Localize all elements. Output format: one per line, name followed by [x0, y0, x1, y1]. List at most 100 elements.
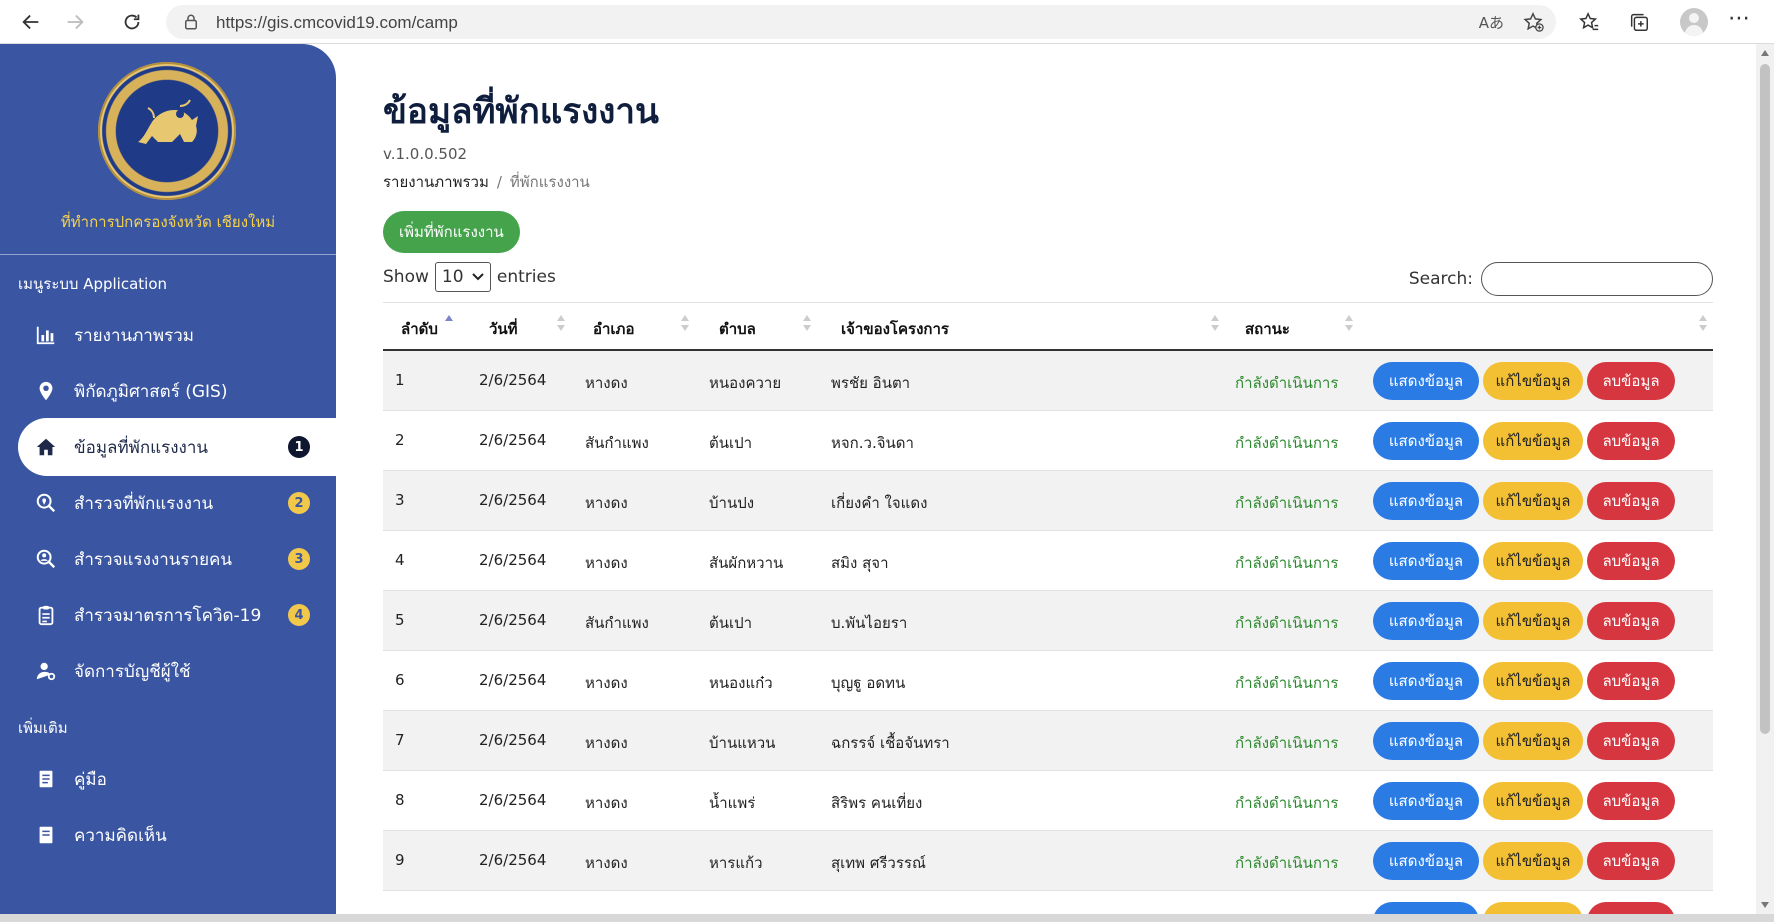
back-button[interactable] — [16, 7, 46, 37]
view-button[interactable]: แสดงข้อมูล — [1373, 542, 1479, 580]
edit-button[interactable]: แก้ไขข้อมูล — [1483, 482, 1583, 520]
edit-button[interactable]: แก้ไขข้อมูล — [1483, 782, 1583, 820]
edit-button[interactable]: แก้ไขข้อมูล — [1483, 542, 1583, 580]
map-pin-icon — [34, 379, 58, 403]
breadcrumb-link-overview[interactable]: รายงานภาพรวม — [383, 173, 489, 191]
scroll-down-icon[interactable] — [1761, 902, 1769, 908]
edit-button[interactable]: แก้ไขข้อมูล — [1483, 362, 1583, 400]
lion-emblem-icon — [138, 99, 198, 144]
cell-status: กำลังดำเนินการ — [1235, 674, 1339, 692]
step-badge: 2 — [288, 492, 310, 514]
column-header-status[interactable]: สถานะ — [1245, 317, 1290, 341]
entries-select[interactable]: 10 — [434, 262, 491, 292]
sidebar-item-survey-camps[interactable]: สำรวจที่พักแรงงาน 2 — [18, 474, 336, 532]
delete-button[interactable]: ลบข้อมูล — [1587, 782, 1675, 820]
cell-no: 7 — [395, 731, 405, 749]
edit-button[interactable]: แก้ไขข้อมูล — [1483, 422, 1583, 460]
view-button[interactable]: แสดงข้อมูล — [1373, 842, 1479, 880]
cell-status: กำลังดำเนินการ — [1235, 434, 1339, 452]
column-header-owner[interactable]: เจ้าของโครงการ — [841, 317, 949, 341]
step-badge: 1 — [288, 436, 310, 458]
search-label: Search: — [1408, 269, 1473, 289]
view-button[interactable]: แสดงข้อมูล — [1373, 422, 1479, 460]
table-row: 4 2/6/2564 หางดง สันผักหวาน สมิง สุจา กำ… — [383, 531, 1713, 591]
sidebar-divider — [0, 254, 336, 255]
delete-button[interactable]: ลบข้อมูล — [1587, 362, 1675, 400]
bottom-bar — [0, 914, 1774, 922]
edit-button[interactable]: แก้ไขข้อมูล — [1483, 662, 1583, 700]
sidebar-item-gis[interactable]: พิกัดภูมิศาสตร์ (GIS) — [18, 362, 336, 420]
view-button[interactable]: แสดงข้อมูล — [1373, 722, 1479, 760]
home-icon — [34, 435, 58, 459]
view-button[interactable]: แสดงข้อมูล — [1373, 662, 1479, 700]
sidebar-item-label: คู่มือ — [74, 769, 107, 790]
sidebar-item-feedback[interactable]: ความคิดเห็น — [18, 806, 336, 864]
delete-button[interactable]: ลบข้อมูล — [1587, 602, 1675, 640]
edit-button[interactable]: แก้ไขข้อมูล — [1483, 602, 1583, 640]
camps-table: ลำดับ วันที่ อำเภอ ตำบล เจ้าของโครงการ ส… — [383, 302, 1713, 914]
add-favorite-icon[interactable] — [1522, 11, 1544, 33]
search-user-icon — [34, 547, 58, 571]
delete-button[interactable]: ลบข้อมูล — [1587, 842, 1675, 880]
cell-tambon: หนองควาย — [709, 374, 782, 392]
view-button[interactable] — [1373, 902, 1479, 914]
arrow-left-icon — [22, 14, 39, 30]
delete-button[interactable] — [1587, 902, 1675, 914]
chart-icon — [34, 323, 58, 347]
column-header-tambon[interactable]: ตำบล — [719, 317, 756, 341]
vertical-scrollbar[interactable] — [1756, 44, 1774, 914]
delete-button[interactable]: ลบข้อมูล — [1587, 482, 1675, 520]
clipboard-icon — [34, 603, 58, 627]
edit-button[interactable]: แก้ไขข้อมูล — [1483, 722, 1583, 760]
delete-button[interactable]: ลบข้อมูล — [1587, 422, 1675, 460]
column-header-amphoe[interactable]: อำเภอ — [593, 317, 634, 341]
table-row: 7 2/6/2564 หางดง บ้านแหวน ฉกรรจ์ เชื้อจั… — [383, 711, 1713, 771]
sidebar-item-labor-camps[interactable]: ข้อมูลที่พักแรงงาน 1 — [18, 418, 336, 476]
reload-button[interactable] — [117, 7, 147, 37]
sidebar-item-survey-workers[interactable]: สำรวจแรงงานรายคน 3 — [18, 530, 336, 588]
favorites-button[interactable] — [1576, 9, 1602, 35]
sidebar-section-app: เมนูระบบ Application — [18, 275, 168, 293]
forward-button[interactable] — [60, 7, 90, 37]
cell-tambon: หารแก้ว — [709, 854, 763, 872]
search-input[interactable] — [1481, 262, 1713, 296]
cell-owner: ฉกรรจ์ เชื้อจันทรา — [831, 734, 950, 752]
chevron-down-icon — [472, 273, 484, 281]
profile-avatar[interactable] — [1680, 8, 1708, 36]
sidebar-item-overview-report[interactable]: รายงานภาพรวม — [18, 306, 336, 364]
column-header-date[interactable]: วันที่ — [489, 317, 518, 341]
scrollbar-thumb[interactable] — [1760, 64, 1770, 734]
cell-tambon: สันผักหวาน — [709, 554, 784, 572]
user-cog-icon — [34, 659, 58, 683]
address-bar[interactable]: https://gis.cmcovid19.com/camp Aあ — [166, 5, 1556, 39]
edit-button[interactable] — [1483, 902, 1583, 914]
collections-button[interactable] — [1626, 9, 1652, 35]
delete-button[interactable]: ลบข้อมูล — [1587, 722, 1675, 760]
table-row: 8 2/6/2564 หางดง น้ำแพร่ สิริพร คนเที่ยง… — [383, 771, 1713, 831]
sidebar-item-label: รายงานภาพรวม — [74, 325, 194, 346]
sidebar-item-covid-measures[interactable]: สำรวจมาตรการโควิด-19 4 — [18, 586, 336, 644]
view-button[interactable]: แสดงข้อมูล — [1373, 362, 1479, 400]
sidebar-item-user-accounts[interactable]: จัดการบัญชีผู้ใช้ — [18, 642, 336, 700]
add-camp-button[interactable]: เพิ่มที่พักแรงงาน — [383, 211, 520, 253]
more-menu-icon[interactable]: ⋯ — [1728, 6, 1751, 31]
table-row: 6 2/6/2564 หางดง หนองแก๋ว บุญฐู อดทน กำล… — [383, 651, 1713, 711]
cell-amphoe: หางดง — [585, 374, 628, 392]
cell-tambon: ต้นเปา — [709, 614, 753, 632]
read-aloud-icon[interactable]: Aあ — [1479, 12, 1504, 33]
scroll-up-icon[interactable] — [1761, 50, 1769, 56]
edit-button[interactable]: แก้ไขข้อมูล — [1483, 842, 1583, 880]
sidebar-item-label: ความคิดเห็น — [74, 825, 167, 846]
delete-button[interactable]: ลบข้อมูล — [1587, 662, 1675, 700]
sidebar-item-manual[interactable]: คู่มือ — [18, 750, 336, 808]
delete-button[interactable]: ลบข้อมูล — [1587, 542, 1675, 580]
cell-owner: พรชัย อินตา — [831, 374, 911, 392]
sidebar-item-label: สำรวจที่พักแรงงาน — [74, 493, 214, 514]
sort-icon — [1211, 315, 1219, 333]
cell-status: กำลังดำเนินการ — [1235, 854, 1339, 872]
view-button[interactable]: แสดงข้อมูล — [1373, 602, 1479, 640]
column-header-no[interactable]: ลำดับ — [401, 317, 438, 341]
view-button[interactable]: แสดงข้อมูล — [1373, 482, 1479, 520]
view-button[interactable]: แสดงข้อมูล — [1373, 782, 1479, 820]
sidebar-section-more: เพิ่มเติม — [18, 719, 68, 737]
